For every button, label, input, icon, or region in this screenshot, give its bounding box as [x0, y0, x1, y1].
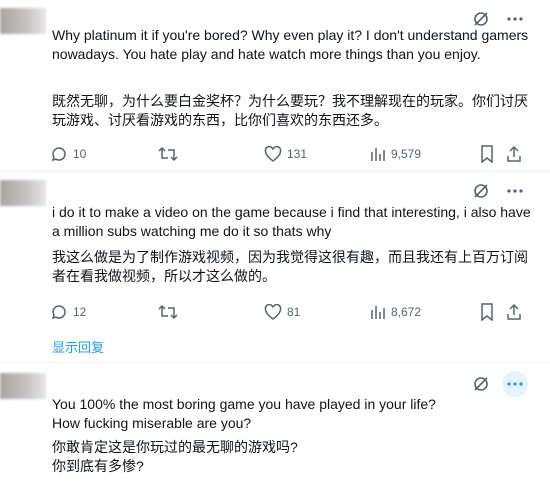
- avatar[interactable]: [0, 8, 46, 34]
- like-count: 81: [287, 305, 301, 319]
- views-button[interactable]: 9,579: [370, 144, 421, 164]
- like-button[interactable]: 81: [264, 302, 300, 322]
- views-count: 8,672: [391, 305, 422, 319]
- share-button[interactable]: [506, 302, 522, 322]
- reply-button[interactable]: 10: [50, 144, 86, 164]
- share-button[interactable]: [506, 144, 522, 164]
- comment-3: You 100% the most boring game you have p…: [0, 363, 550, 487]
- comment-text-en: You 100% the most boring game you have p…: [52, 396, 436, 431]
- more-icon[interactable]: [502, 371, 528, 397]
- reply-icon: [51, 147, 66, 162]
- like-icon: [264, 146, 282, 162]
- retweet-icon: [158, 304, 178, 320]
- comment-text-zh: 既然无聊，为什么要白金奖杯？为什么要玩？我不理解现在的玩家。你们讨厌玩游戏、讨厌…: [52, 93, 528, 128]
- comment-text-en: Why platinum it if you're bored? Why eve…: [52, 27, 529, 62]
- views-icon: [371, 306, 385, 319]
- bookmark-button[interactable]: [480, 302, 494, 322]
- comment-2: i do it to make a video on the game beca…: [0, 172, 550, 332]
- views-count: 9,579: [391, 147, 422, 161]
- retweet-button[interactable]: [158, 302, 178, 322]
- bookmark-icon: [481, 303, 493, 321]
- avatar[interactable]: [0, 373, 46, 399]
- share-icon: [507, 303, 521, 320]
- avatar[interactable]: [0, 180, 46, 206]
- grok-icon[interactable]: [468, 371, 494, 397]
- comment-text-zh: 我这么做是为了制作游戏视频，因为我觉得这很有趣，而且我还有上百万订阅者在看我做视…: [52, 249, 528, 284]
- reply-icon: [51, 305, 66, 320]
- reply-button[interactable]: 12: [50, 302, 86, 322]
- action-bar: 10 131 9,579: [50, 144, 530, 164]
- reply-count: 12: [73, 305, 87, 319]
- grok-icon[interactable]: [468, 178, 494, 204]
- retweet-button[interactable]: [158, 144, 178, 164]
- bookmark-icon: [481, 145, 493, 163]
- comment-text-zh: 你敢肯定这是你玩过的最无聊的游戏吗? 你到底有多惨?: [52, 439, 298, 474]
- views-button[interactable]: 8,672: [370, 302, 421, 322]
- more-icon[interactable]: [502, 178, 528, 204]
- show-replies-link[interactable]: 显示回复: [52, 337, 104, 356]
- comment-1: Why platinum it if you're bored? Why eve…: [0, 0, 550, 172]
- views-icon: [371, 148, 385, 161]
- like-button[interactable]: 131: [264, 144, 307, 164]
- like-icon: [264, 304, 282, 320]
- reply-count: 10: [73, 147, 87, 161]
- comment-2-top-icons: [468, 178, 528, 204]
- like-count: 131: [287, 147, 308, 161]
- comment-text-en: i do it to make a video on the game beca…: [52, 204, 531, 239]
- comment-3-top-icons: [468, 371, 528, 397]
- action-bar: 12 81 8,672: [50, 302, 530, 322]
- retweet-icon: [158, 146, 178, 162]
- share-icon: [507, 145, 521, 162]
- bookmark-button[interactable]: [480, 144, 494, 164]
